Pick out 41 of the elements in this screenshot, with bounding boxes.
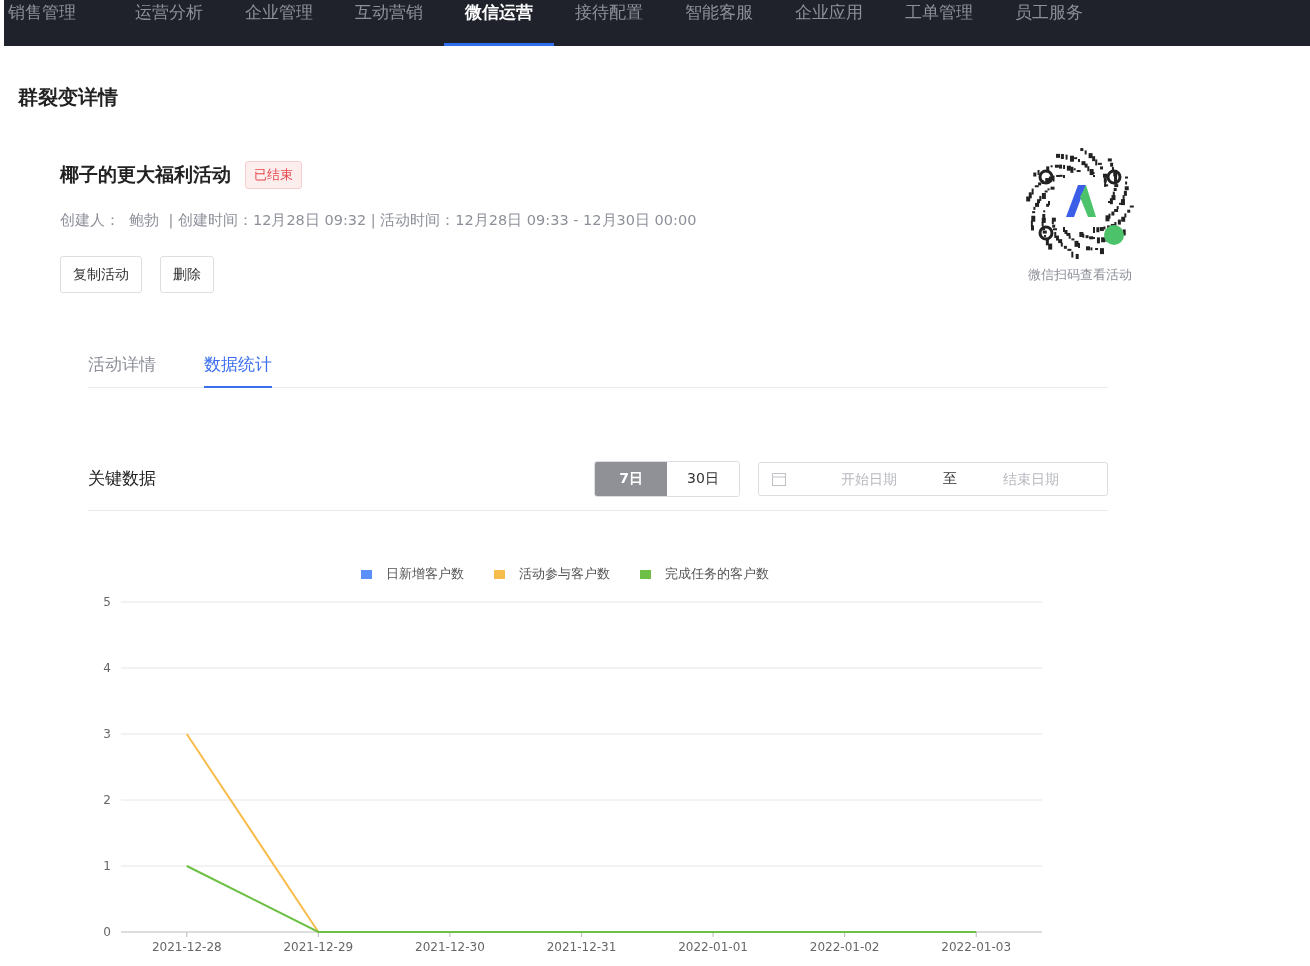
x-tick-label: 2021-12-28: [151, 940, 222, 954]
nav-tab[interactable]: 接待配置: [554, 0, 664, 46]
y-tick-label: 4: [103, 661, 111, 675]
legend-item: 日新增客户数: [361, 565, 464, 583]
page-title: 群裂变详情: [18, 84, 119, 111]
activity-name: 椰子的更大福利活动: [60, 162, 231, 187]
copy-button[interactable]: 复制活动: [60, 256, 142, 293]
x-tick-label: 2021-12-29: [283, 940, 354, 954]
nav-tab[interactable]: 运营分析: [114, 0, 224, 46]
x-tick-label: 2021-12-31: [546, 940, 617, 954]
nav-tab[interactable]: 互动营销: [334, 0, 444, 46]
delete-button[interactable]: 删除: [160, 256, 214, 293]
y-tick-label: 0: [103, 925, 111, 939]
nav-tab[interactable]: 企业应用: [774, 0, 884, 46]
y-tick-label: 2: [103, 793, 111, 807]
nav-tab[interactable]: 销售管理: [4, 0, 114, 46]
x-tick-label: 2021-12-30: [415, 940, 485, 954]
nav-tab[interactable]: 员工服务: [994, 0, 1104, 46]
y-tick-label: 1: [103, 859, 111, 873]
nav-tab[interactable]: 企业管理: [224, 0, 334, 46]
line-chart: 0 1 2 3 4 5 2021-12-28 2021-12-29 2021-12-30 2021-12-31 2022-01-01 2022-01-02 2022-01-03: [80, 589, 1080, 959]
y-tick-label: 5: [103, 595, 111, 609]
tab[interactable]: 数据统计: [204, 353, 272, 388]
legend-item: 完成任务的客户数: [640, 565, 769, 583]
calendar-icon: [771, 471, 787, 487]
x-tick-label: 2022-01-02: [809, 940, 880, 954]
activity-meta: 创建人： 鲍勃 | 创建时间：12月28日 09:32 | 活动时间：12月28日 09:33 - 12月30日 00:00: [60, 211, 697, 230]
status-tag: 已结束: [245, 161, 302, 189]
x-tick-label: 2022-01-03: [941, 940, 1012, 954]
y-tick-label: 3: [103, 727, 111, 741]
range-button[interactable]: 7日: [595, 462, 667, 496]
tab[interactable]: 活动详情: [88, 353, 156, 388]
legend-item: 活动参与客户数: [494, 565, 610, 583]
date-range-field[interactable]: 开始日期 至 结束日期: [758, 462, 1108, 496]
x-tick-label: 2022-01-01: [678, 940, 748, 954]
nav-tab[interactable]: 智能客服: [664, 0, 774, 46]
range-separator: 至: [943, 470, 957, 488]
qr-caption: 微信扫码查看活动: [1028, 267, 1132, 284]
nav-tab[interactable]: 微信运营: [444, 0, 554, 46]
section-title: 关键数据: [88, 468, 157, 490]
nav-tab[interactable]: 工单管理: [884, 0, 994, 46]
